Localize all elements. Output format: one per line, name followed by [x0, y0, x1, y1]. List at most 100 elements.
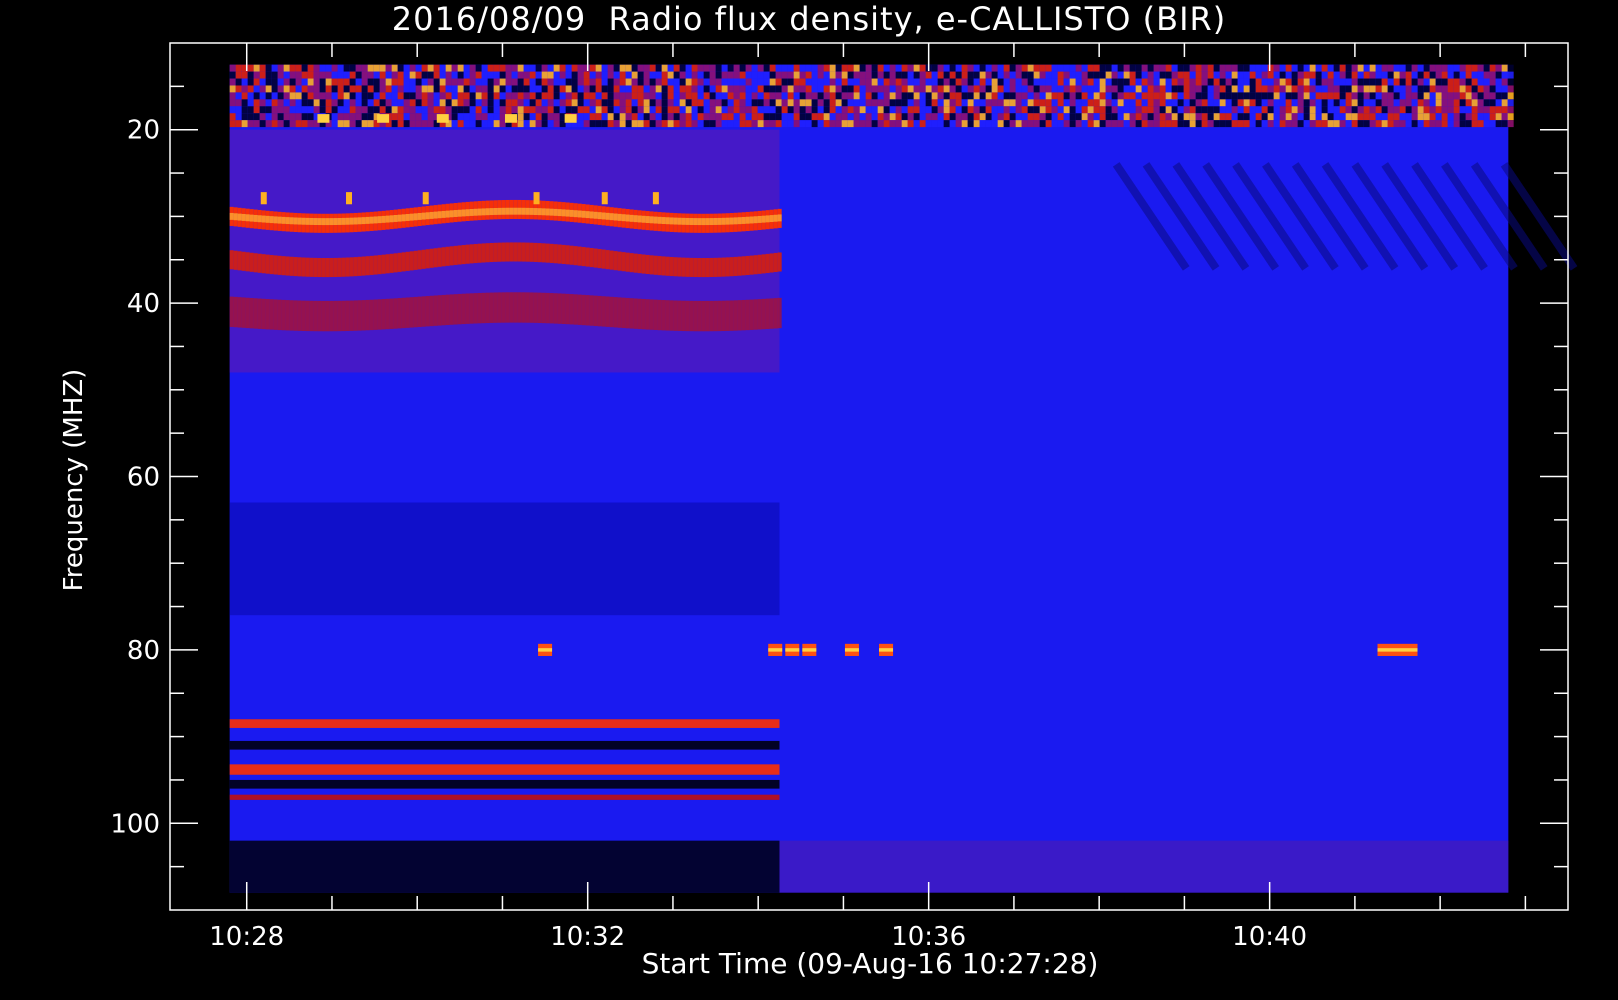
noise-cell — [397, 71, 404, 79]
noise-cell — [937, 106, 944, 114]
noise-cell — [1153, 113, 1160, 121]
noise-cell — [487, 78, 494, 86]
noise-cell — [301, 106, 308, 114]
noise-cell — [1135, 106, 1142, 114]
noise-cell — [421, 106, 428, 114]
noise-cell — [469, 120, 476, 128]
noise-cell — [1489, 106, 1496, 114]
noise-cell — [865, 113, 872, 121]
noise-cell — [973, 78, 980, 86]
noise-cell — [229, 92, 236, 100]
noise-cell — [481, 78, 488, 86]
noise-cell — [1021, 99, 1028, 107]
noise-cell — [781, 113, 788, 121]
noise-cell — [1183, 113, 1190, 121]
noise-cell — [1069, 106, 1076, 114]
noise-cell — [1471, 113, 1478, 121]
interference-41mhz — [613, 297, 618, 328]
noise-cell — [289, 85, 296, 93]
interference-30mhz-core — [373, 216, 378, 224]
noise-cell — [409, 64, 416, 72]
noise-cell — [1309, 71, 1316, 79]
noise-cell — [553, 78, 560, 86]
noise-cell — [1399, 113, 1406, 121]
noise-cell — [667, 92, 674, 100]
noise-cell — [1423, 64, 1430, 72]
noise-cell — [763, 106, 770, 114]
noise-cell — [1237, 92, 1244, 100]
noise-cell — [409, 113, 416, 121]
noise-cell — [1453, 120, 1460, 128]
interference-35mhz — [697, 258, 702, 278]
noise-cell — [463, 64, 470, 72]
noise-cell — [397, 99, 404, 107]
noise-cell — [1333, 71, 1340, 79]
noise-cell — [1459, 120, 1466, 128]
interference-41mhz — [437, 295, 442, 326]
noise-cell — [253, 92, 260, 100]
noise-cell — [1141, 99, 1148, 107]
interference-35mhz — [617, 251, 622, 271]
noise-cell — [745, 113, 752, 121]
noise-cell — [1087, 85, 1094, 93]
noise-cell — [745, 64, 752, 72]
noise-cell — [835, 85, 842, 93]
noise-cell — [271, 120, 278, 128]
noise-cell — [1165, 71, 1172, 79]
interference-30mhz-core — [237, 213, 242, 221]
interference-41mhz — [725, 300, 730, 331]
interference-35mhz — [481, 243, 486, 263]
noise-cell — [241, 85, 248, 93]
yellow-blip — [377, 114, 390, 123]
interference-30mhz-core — [613, 213, 618, 221]
noise-cell — [1501, 85, 1508, 93]
noise-cell — [871, 85, 878, 93]
noise-cell — [295, 71, 302, 79]
noise-cell — [883, 71, 890, 79]
noise-cell — [469, 92, 476, 100]
noise-cell — [1195, 71, 1202, 79]
noise-cell — [1399, 106, 1406, 114]
noise-cell — [913, 113, 920, 121]
noise-cell — [1489, 78, 1496, 86]
noise-cell — [313, 106, 320, 114]
noise-cell — [1033, 85, 1040, 93]
noise-cell — [697, 78, 704, 86]
noise-cell — [1369, 92, 1376, 100]
noise-cell — [337, 92, 344, 100]
noise-cell — [1243, 71, 1250, 79]
noise-cell — [1117, 78, 1124, 86]
noise-cell — [1177, 85, 1184, 93]
noise-cell — [1369, 113, 1376, 121]
noise-cell — [445, 106, 452, 114]
noise-cell — [1057, 99, 1064, 107]
interference-35mhz — [229, 250, 234, 270]
noise-cell — [1009, 78, 1016, 86]
interference-30mhz-core — [697, 218, 702, 226]
noise-cell — [313, 99, 320, 107]
noise-cell — [1159, 78, 1166, 86]
noise-cell — [1195, 113, 1202, 121]
noise-cell — [955, 78, 962, 86]
noise-cell — [403, 113, 410, 121]
noise-cell — [1243, 85, 1250, 93]
noise-cell — [1231, 71, 1238, 79]
noise-cell — [745, 78, 752, 86]
noise-cell — [889, 113, 896, 121]
noise-cell — [829, 113, 836, 121]
noise-cell — [595, 85, 602, 93]
noise-cell — [769, 92, 776, 100]
noise-cell — [1285, 99, 1292, 107]
noise-cell — [1213, 113, 1220, 121]
noise-cell — [247, 85, 254, 93]
noise-cell — [349, 120, 356, 128]
noise-cell — [1501, 92, 1508, 100]
noise-cell — [1147, 120, 1154, 128]
noise-cell — [1405, 85, 1412, 93]
noise-cell — [811, 92, 818, 100]
noise-cell — [1111, 120, 1118, 128]
interference-30mhz-core — [285, 217, 290, 225]
noise-cell — [757, 99, 764, 107]
noise-cell — [1345, 78, 1352, 86]
interference-41mhz — [525, 292, 530, 323]
